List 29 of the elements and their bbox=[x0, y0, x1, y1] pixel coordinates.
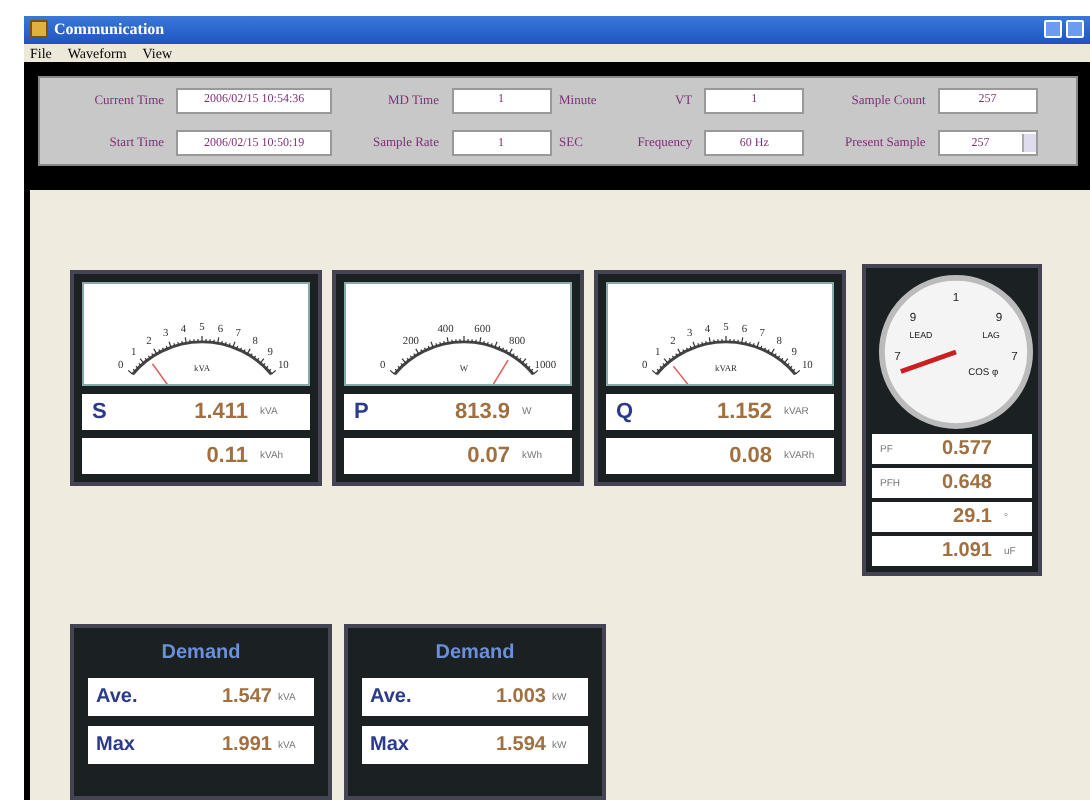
panel-title: Demand bbox=[435, 642, 515, 665]
meter-value: 1.152 bbox=[716, 400, 772, 425]
panel-title: Demand bbox=[161, 642, 241, 665]
meter-value: 813.9 bbox=[454, 400, 510, 425]
meter-value: 1.547 bbox=[221, 686, 272, 709]
meter-value: 1.091 bbox=[941, 540, 992, 563]
meter-value: 1.594 bbox=[495, 734, 546, 757]
minimize-button[interactable] bbox=[1044, 20, 1062, 39]
meter-value: 0.577 bbox=[941, 438, 992, 461]
meter-value: 0.07 bbox=[467, 444, 510, 469]
meter-value: 29.1 bbox=[953, 506, 992, 529]
meter-value: 1.991 bbox=[221, 734, 272, 757]
meter-value: 1.411 bbox=[194, 400, 248, 425]
window-title: Communication bbox=[54, 20, 165, 39]
value-label: Max bbox=[96, 734, 135, 757]
meter-symbol: Q bbox=[616, 400, 636, 425]
meter-symbol: P bbox=[354, 400, 371, 425]
value-label: Max bbox=[370, 734, 409, 757]
app-icon bbox=[30, 20, 48, 39]
meter-value: 1.003 bbox=[495, 686, 546, 709]
close-button[interactable] bbox=[1066, 20, 1084, 39]
value-label: Ave. bbox=[370, 686, 412, 709]
meter-symbol: S bbox=[92, 400, 109, 425]
value-label: Ave. bbox=[96, 686, 138, 709]
meter-value: 0.11 bbox=[206, 444, 248, 469]
meter-value: 0.08 bbox=[729, 444, 772, 469]
meter-value: 0.648 bbox=[941, 472, 992, 495]
gauge-needle bbox=[487, 359, 509, 385]
dial-needle bbox=[900, 349, 957, 374]
